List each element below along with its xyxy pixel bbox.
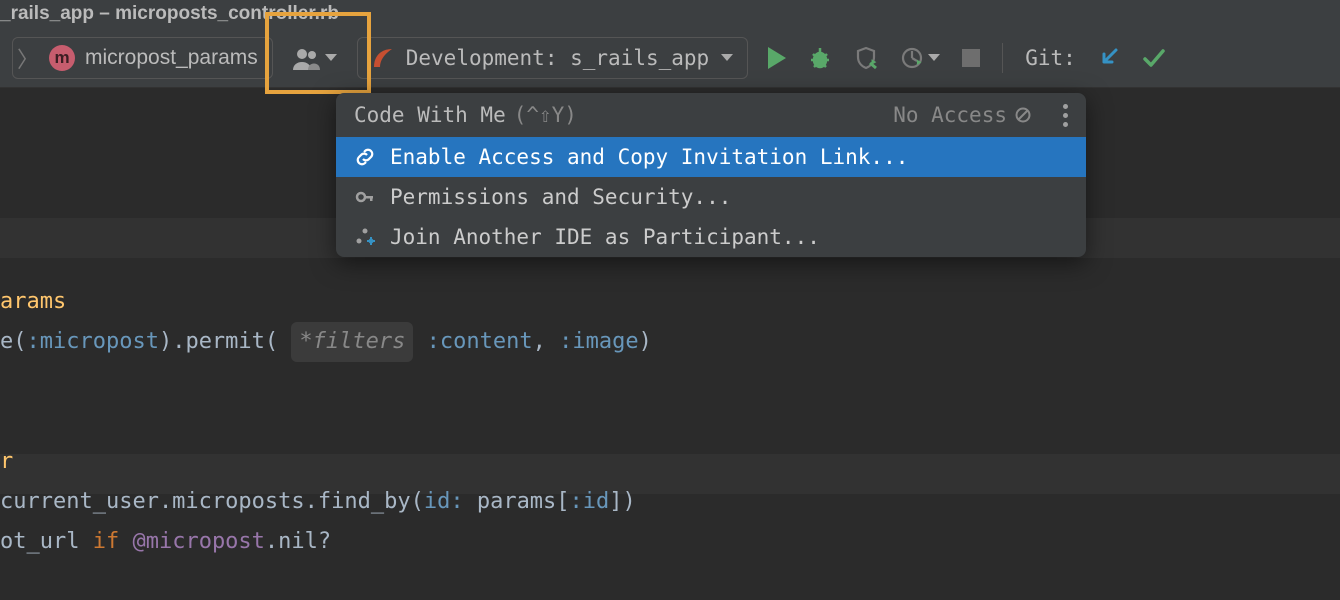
breadcrumb-label: micropost_params	[85, 46, 258, 70]
run-actions-group: Git:	[768, 43, 1166, 73]
popup-shortcut: (^⇧Y)	[514, 103, 577, 127]
code-text: :id	[570, 489, 610, 514]
breadcrumb[interactable]: 〉 m micropost_params	[12, 37, 273, 79]
access-label: No Access	[893, 103, 1007, 127]
code-text: e(	[0, 329, 27, 354]
no-access-icon	[1015, 107, 1031, 123]
code-text: ).permit(	[159, 329, 278, 354]
window-titlebar: _rails_app – microposts_controller.rb	[0, 0, 1340, 28]
chevron-down-icon	[721, 54, 733, 61]
popup-header: Code With Me (^⇧Y) No Access	[336, 93, 1086, 137]
run-config-label: Development: s_rails_app	[406, 46, 709, 70]
code-with-me-popup: Code With Me (^⇧Y) No Access Enable Acce…	[336, 93, 1086, 257]
menu-item-enable-access[interactable]: Enable Access and Copy Invitation Link..…	[336, 137, 1086, 177]
git-label: Git:	[1025, 46, 1076, 70]
join-icon	[354, 227, 376, 247]
window-title: _rails_app – microposts_controller.rb	[0, 3, 339, 25]
chevron-down-icon	[928, 54, 940, 61]
code-text: ])	[609, 489, 636, 514]
popup-title: Code With Me	[354, 103, 506, 127]
method-badge-icon: m	[49, 45, 75, 71]
profile-button[interactable]	[900, 46, 940, 70]
code-text: current_user.microposts.find_by(	[0, 489, 424, 514]
code-text: params[	[477, 489, 570, 514]
more-options-button[interactable]	[1063, 104, 1068, 127]
code-text: @micropost	[132, 529, 264, 554]
code-text: )	[639, 329, 652, 354]
menu-item-label: Permissions and Security...	[390, 185, 731, 209]
coverage-button[interactable]	[854, 46, 878, 70]
access-status: No Access	[893, 103, 1031, 127]
code-text: :micropost	[27, 329, 159, 354]
run-button[interactable]	[768, 47, 786, 69]
main-toolbar: 〉 m micropost_params Development: s_rail…	[0, 28, 1340, 88]
stop-button[interactable]	[962, 49, 980, 67]
code-text: ,	[533, 329, 560, 354]
code-with-me-toolbar-button[interactable]	[283, 37, 347, 79]
link-icon	[354, 147, 376, 167]
chevron-right-icon: 〉	[17, 42, 39, 74]
key-icon	[354, 187, 376, 207]
code-text: :content	[427, 329, 533, 354]
menu-item-join-ide[interactable]: Join Another IDE as Participant...	[336, 217, 1086, 257]
code-text: arams	[0, 289, 66, 314]
toolbar-divider	[1002, 43, 1003, 73]
debug-button[interactable]	[808, 46, 832, 70]
code-text: id:	[424, 489, 477, 514]
menu-item-label: Enable Access and Copy Invitation Link..…	[390, 145, 908, 169]
menu-item-label: Join Another IDE as Participant...	[390, 225, 820, 249]
code-text: if	[79, 529, 132, 554]
people-icon	[293, 48, 319, 68]
code-text: .nil?	[265, 529, 331, 554]
run-configuration-selector[interactable]: Development: s_rails_app	[357, 37, 748, 79]
code-text: :image	[559, 329, 638, 354]
menu-item-permissions[interactable]: Permissions and Security...	[336, 177, 1086, 217]
git-commit-button[interactable]	[1142, 47, 1166, 69]
rails-icon	[372, 47, 394, 69]
code-text: r	[0, 449, 13, 474]
git-update-button[interactable]	[1098, 47, 1120, 69]
code-text: ot_url	[0, 529, 79, 554]
chevron-down-icon	[325, 54, 337, 61]
inlay-hint: *filters	[291, 322, 413, 362]
